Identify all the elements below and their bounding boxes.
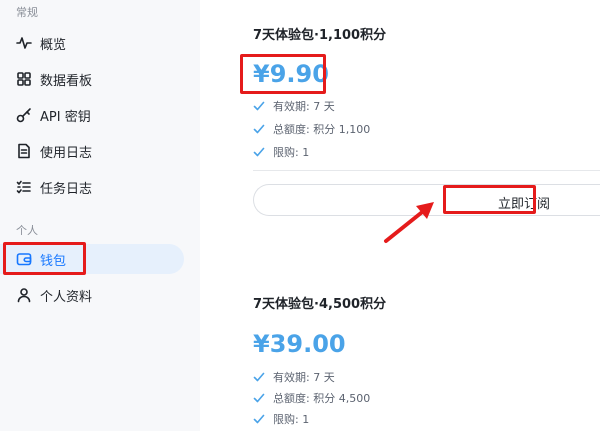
sidebar-item-usage-logs[interactable]: 使用日志 [0,136,184,166]
section-label-general: 常规 [16,6,38,19]
plan-feature: 有效期: 7 天 [253,98,335,114]
plan-feature: 总额度: 积分 4,500 [253,390,370,406]
sidebar-item-label: API 密钥 [40,109,91,125]
section-label-personal: 个人 [16,224,38,237]
plan-feature: 限购: 1 [253,144,309,160]
feature-text: 有效期: 7 天 [273,100,335,113]
activity-icon [16,35,32,51]
user-icon [16,287,32,303]
feature-text: 限购: 1 [273,146,310,159]
check-icon [253,100,265,112]
sidebar-item-label: 个人资料 [40,289,93,305]
sidebar-item-label: 概览 [40,37,67,53]
sidebar: 常规 概览 数据看板 API 密钥 使用日志 任务日志 个人 钱包 个人资料 [0,0,200,431]
sidebar-item-profile[interactable]: 个人资料 [0,280,184,310]
sidebar-item-label: 任务日志 [40,181,93,197]
check-icon [253,123,265,135]
plan-feature: 有效期: 7 天 [253,369,335,385]
dashboard-grid-icon [16,71,32,87]
divider [253,170,600,171]
sidebar-item-label: 数据看板 [40,73,93,89]
sidebar-item-dashboard[interactable]: 数据看板 [0,64,184,94]
document-icon [16,143,32,159]
wallet-highlight-box [3,242,86,275]
check-icon [253,392,265,404]
key-icon [16,107,32,123]
plan-feature: 限购: 1 [253,411,309,427]
sidebar-item-label: 使用日志 [40,145,93,161]
task-list-icon [16,179,32,195]
feature-text: 限购: 1 [273,413,310,426]
sidebar-item-api-keys[interactable]: API 密钥 [0,100,184,130]
plan-title: 7天体验包·4,500积分 [253,297,387,312]
sidebar-item-overview[interactable]: 概览 [0,28,184,58]
plan-feature: 总额度: 积分 1,100 [253,121,370,137]
price-highlight-box [240,54,326,94]
feature-text: 总额度: 积分 1,100 [273,123,371,136]
check-icon [253,146,265,158]
feature-text: 有效期: 7 天 [273,371,335,384]
feature-text: 总额度: 积分 4,500 [273,392,371,405]
plan-title: 7天体验包·1,100积分 [253,28,387,43]
plan-price: ¥39.00 [253,330,346,358]
check-icon [253,371,265,383]
sidebar-item-task-logs[interactable]: 任务日志 [0,172,184,202]
check-icon [253,413,265,425]
subscribe-highlight-box [443,185,536,214]
annotation-arrow [384,202,434,243]
